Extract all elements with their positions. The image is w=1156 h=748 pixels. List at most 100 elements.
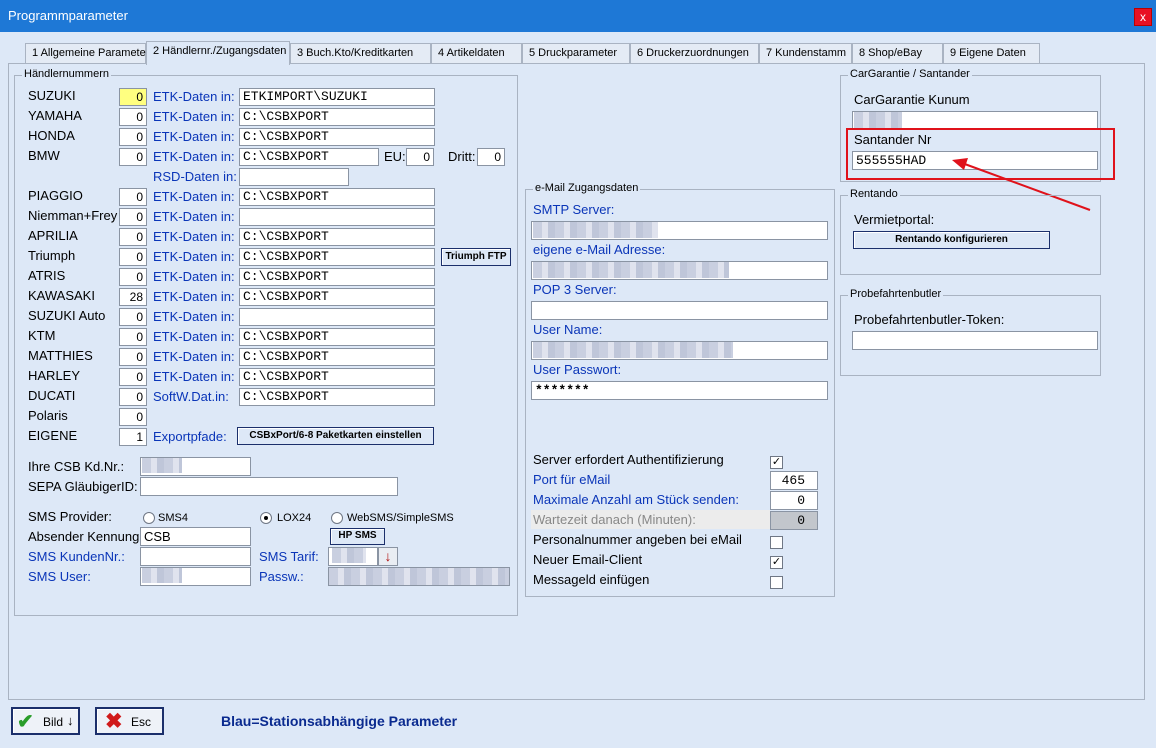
dealer-number-input[interactable]: 0 — [119, 408, 147, 426]
tab-druckerzuordnungen[interactable]: 6 Druckerzuordnungen — [630, 43, 759, 63]
sepa-label: SEPA GläubigerID: — [28, 479, 138, 494]
dealer-number-input[interactable]: 0 — [119, 248, 147, 266]
user-password-input[interactable]: ******* — [531, 381, 828, 400]
bild-button[interactable]: ✔ Bild ↓ — [11, 707, 80, 735]
etk-path-input[interactable]: C:\CSBXPORT — [239, 128, 435, 146]
triumph-ftp-button[interactable]: Triumph FTP — [441, 248, 511, 266]
etk-path-input[interactable]: C:\CSBXPORT — [239, 188, 435, 206]
etk-label: ETK-Daten in: — [153, 209, 235, 224]
new-client-checkbox[interactable]: ✓ — [770, 556, 783, 569]
softw-path-input[interactable]: C:\CSBXPORT — [239, 388, 435, 406]
etk-path-input[interactable]: C:\CSBXPORT — [239, 288, 435, 306]
auth-checkbox[interactable]: ✓ — [770, 456, 783, 469]
dritt-input[interactable]: 0 — [477, 148, 505, 166]
pop3-input[interactable] — [531, 301, 828, 320]
tab-artikeldaten[interactable]: 4 Artikeldaten — [431, 43, 522, 63]
sms-password-input[interactable] — [328, 567, 510, 586]
export-paths-button[interactable]: CSBxPort/6-8 Paketkarten einstellen — [237, 427, 434, 445]
sender-input[interactable]: CSB — [140, 527, 251, 546]
dealer-number-input[interactable]: 0 — [119, 228, 147, 246]
messageid-checkbox[interactable] — [770, 576, 783, 589]
etk-label: ETK-Daten in: — [153, 269, 235, 284]
arrow-down-icon[interactable]: ↓ — [378, 547, 398, 566]
sms-tariff-input[interactable] — [328, 547, 378, 566]
dealer-number-input[interactable]: 0 — [119, 128, 147, 146]
sms4-label: SMS4 — [158, 512, 188, 524]
rsd-path-input[interactable] — [239, 168, 349, 186]
websms-radio[interactable] — [331, 512, 343, 524]
csb-number-label: Ihre CSB Kd.Nr.: — [28, 459, 125, 474]
esc-button[interactable]: ✖ Esc — [95, 707, 164, 735]
email-address-label: eigene e-Mail Adresse: — [533, 242, 666, 257]
etk-path-input[interactable]: C:\CSBXPORT — [239, 248, 435, 266]
dealer-name: EIGENE — [28, 428, 78, 443]
dealer-number-input[interactable]: 0 — [119, 348, 147, 366]
etk-label: ETK-Daten in: — [153, 109, 235, 124]
tab-haendlernr-zugangsdaten[interactable]: 2 Händlernr./Zugangsdaten — [146, 41, 290, 65]
etk-path-input[interactable]: C:\CSBXPORT — [239, 268, 435, 286]
etk-label: ETK-Daten in: — [153, 349, 235, 364]
sms4-radio[interactable] — [143, 512, 155, 524]
softw-label: SoftW.Dat.in: — [153, 389, 229, 404]
sms-customer-label: SMS KundenNr.: — [28, 549, 125, 564]
personal-number-checkbox[interactable] — [770, 536, 783, 549]
rentando-portal-label: Vermietportal: — [854, 212, 935, 227]
etk-path-input[interactable]: C:\CSBXPORT — [239, 368, 435, 386]
dealer-number-input[interactable]: 0 — [119, 148, 147, 166]
dealer-number-input[interactable]: 0 — [119, 208, 147, 226]
sepa-input[interactable] — [140, 477, 398, 496]
tab-allgemeine-parameter[interactable]: 1 Allgemeine Parameter — [25, 43, 149, 63]
close-button[interactable]: x — [1134, 8, 1152, 26]
rsd-label: RSD-Daten in: — [153, 169, 237, 184]
etk-path-input[interactable] — [239, 208, 435, 226]
eu-label: EU: — [384, 149, 406, 164]
lox24-radio[interactable] — [260, 512, 272, 524]
max-send-input[interactable]: 0 — [770, 491, 818, 510]
port-label: Port für eMail — [533, 472, 611, 487]
etk-path-input[interactable]: C:\CSBXPORT — [239, 348, 435, 366]
sms-user-input[interactable] — [140, 567, 251, 586]
hp-sms-button[interactable]: HP SMS — [330, 528, 385, 545]
eu-input[interactable]: 0 — [406, 148, 434, 166]
etk-path-input[interactable]: C:\CSBXPORT — [239, 228, 435, 246]
title-bar: Programmparameter x — [0, 0, 1156, 32]
email-address-input[interactable] — [531, 261, 828, 280]
tab-druckparameter[interactable]: 5 Druckparameter — [522, 43, 630, 63]
etk-label: ETK-Daten in: — [153, 229, 235, 244]
tab-eigene-daten[interactable]: 9 Eigene Daten — [943, 43, 1040, 63]
rentando-configure-button[interactable]: Rentando konfigurieren — [853, 231, 1050, 249]
etk-path-input[interactable]: ETKIMPORT\SUZUKI — [239, 88, 435, 106]
dealer-number-input[interactable]: 0 — [119, 188, 147, 206]
dealer-name: HONDA — [28, 128, 75, 143]
smtp-label: SMTP Server: — [533, 202, 615, 217]
lox24-label: LOX24 — [277, 512, 312, 524]
dealer-number-input[interactable]: 0 — [119, 368, 147, 386]
dealer-number-input[interactable]: 0 — [119, 88, 147, 106]
csb-number-input[interactable] — [140, 457, 251, 476]
tab-kundenstamm[interactable]: 7 Kundenstamm — [759, 43, 852, 63]
user-name-label: User Name: — [533, 322, 603, 337]
probefahrt-token-input[interactable] — [852, 331, 1098, 350]
tab-shop-ebay[interactable]: 8 Shop/eBay — [852, 43, 943, 63]
dealer-number-input[interactable]: 28 — [119, 288, 147, 306]
etk-path-input[interactable] — [239, 308, 435, 326]
etk-path-input[interactable]: C:\CSBXPORT — [239, 108, 435, 126]
port-input[interactable]: 465 — [770, 471, 818, 490]
probefahrt-legend: Probefahrtenbutler — [848, 288, 944, 300]
etk-path-input[interactable]: C:\CSBXPORT — [239, 328, 435, 346]
sms-customer-input[interactable] — [140, 547, 251, 566]
dealer-number-input[interactable]: 1 — [119, 428, 147, 446]
user-name-input[interactable] — [531, 341, 828, 360]
dealer-number-input[interactable]: 0 — [119, 308, 147, 326]
etk-path-input[interactable]: C:\CSBXPORT — [239, 148, 379, 166]
email-legend: e-Mail Zugangsdaten — [533, 182, 641, 194]
footer-note: Blau=Stationsabhängige Parameter — [221, 713, 458, 729]
dealer-number-input[interactable]: 0 — [119, 108, 147, 126]
cargarantie-kunum-label: CarGarantie Kunum — [854, 92, 970, 107]
dealer-number-input[interactable]: 0 — [119, 268, 147, 286]
dealer-name: KAWASAKI — [28, 288, 95, 303]
smtp-input[interactable] — [531, 221, 828, 240]
tab-buch-kto[interactable]: 3 Buch.Kto/Kreditkarten — [290, 43, 431, 63]
dealer-number-input[interactable]: 0 — [119, 328, 147, 346]
dealer-number-input[interactable]: 0 — [119, 388, 147, 406]
